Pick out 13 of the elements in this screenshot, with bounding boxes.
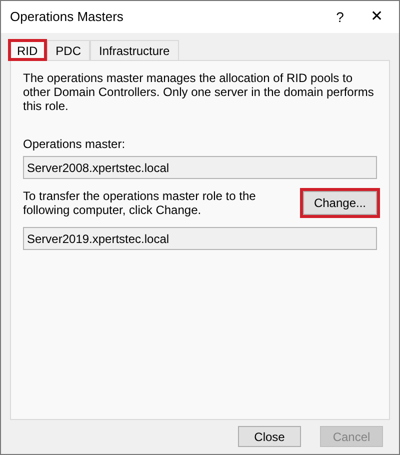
tab[interactable]: RID [8, 39, 47, 61]
description-text: The operations master manages the allocation of RID pools to other Domain Controllers. Only one server in the domain performs this role. [23, 71, 375, 113]
window-title: Operations Masters [10, 8, 124, 26]
operations-master-field[interactable]: Server2008.xpertstec.local [23, 156, 377, 179]
tab[interactable]: PDC [46, 40, 90, 60]
change-button[interactable]: Change... [303, 191, 377, 215]
tab[interactable]: Infrastructure [90, 40, 179, 60]
dialog-button[interactable]: Close [238, 426, 301, 447]
help-button[interactable]: ? [325, 3, 355, 31]
transfer-text: To transfer the operations master role to the following computer, click Change. [23, 189, 257, 217]
new-master-field[interactable]: Server2019.xpertstec.local [23, 227, 377, 250]
field-label: Operations master: [23, 136, 126, 153]
close-button[interactable]: ✕ [355, 3, 399, 31]
